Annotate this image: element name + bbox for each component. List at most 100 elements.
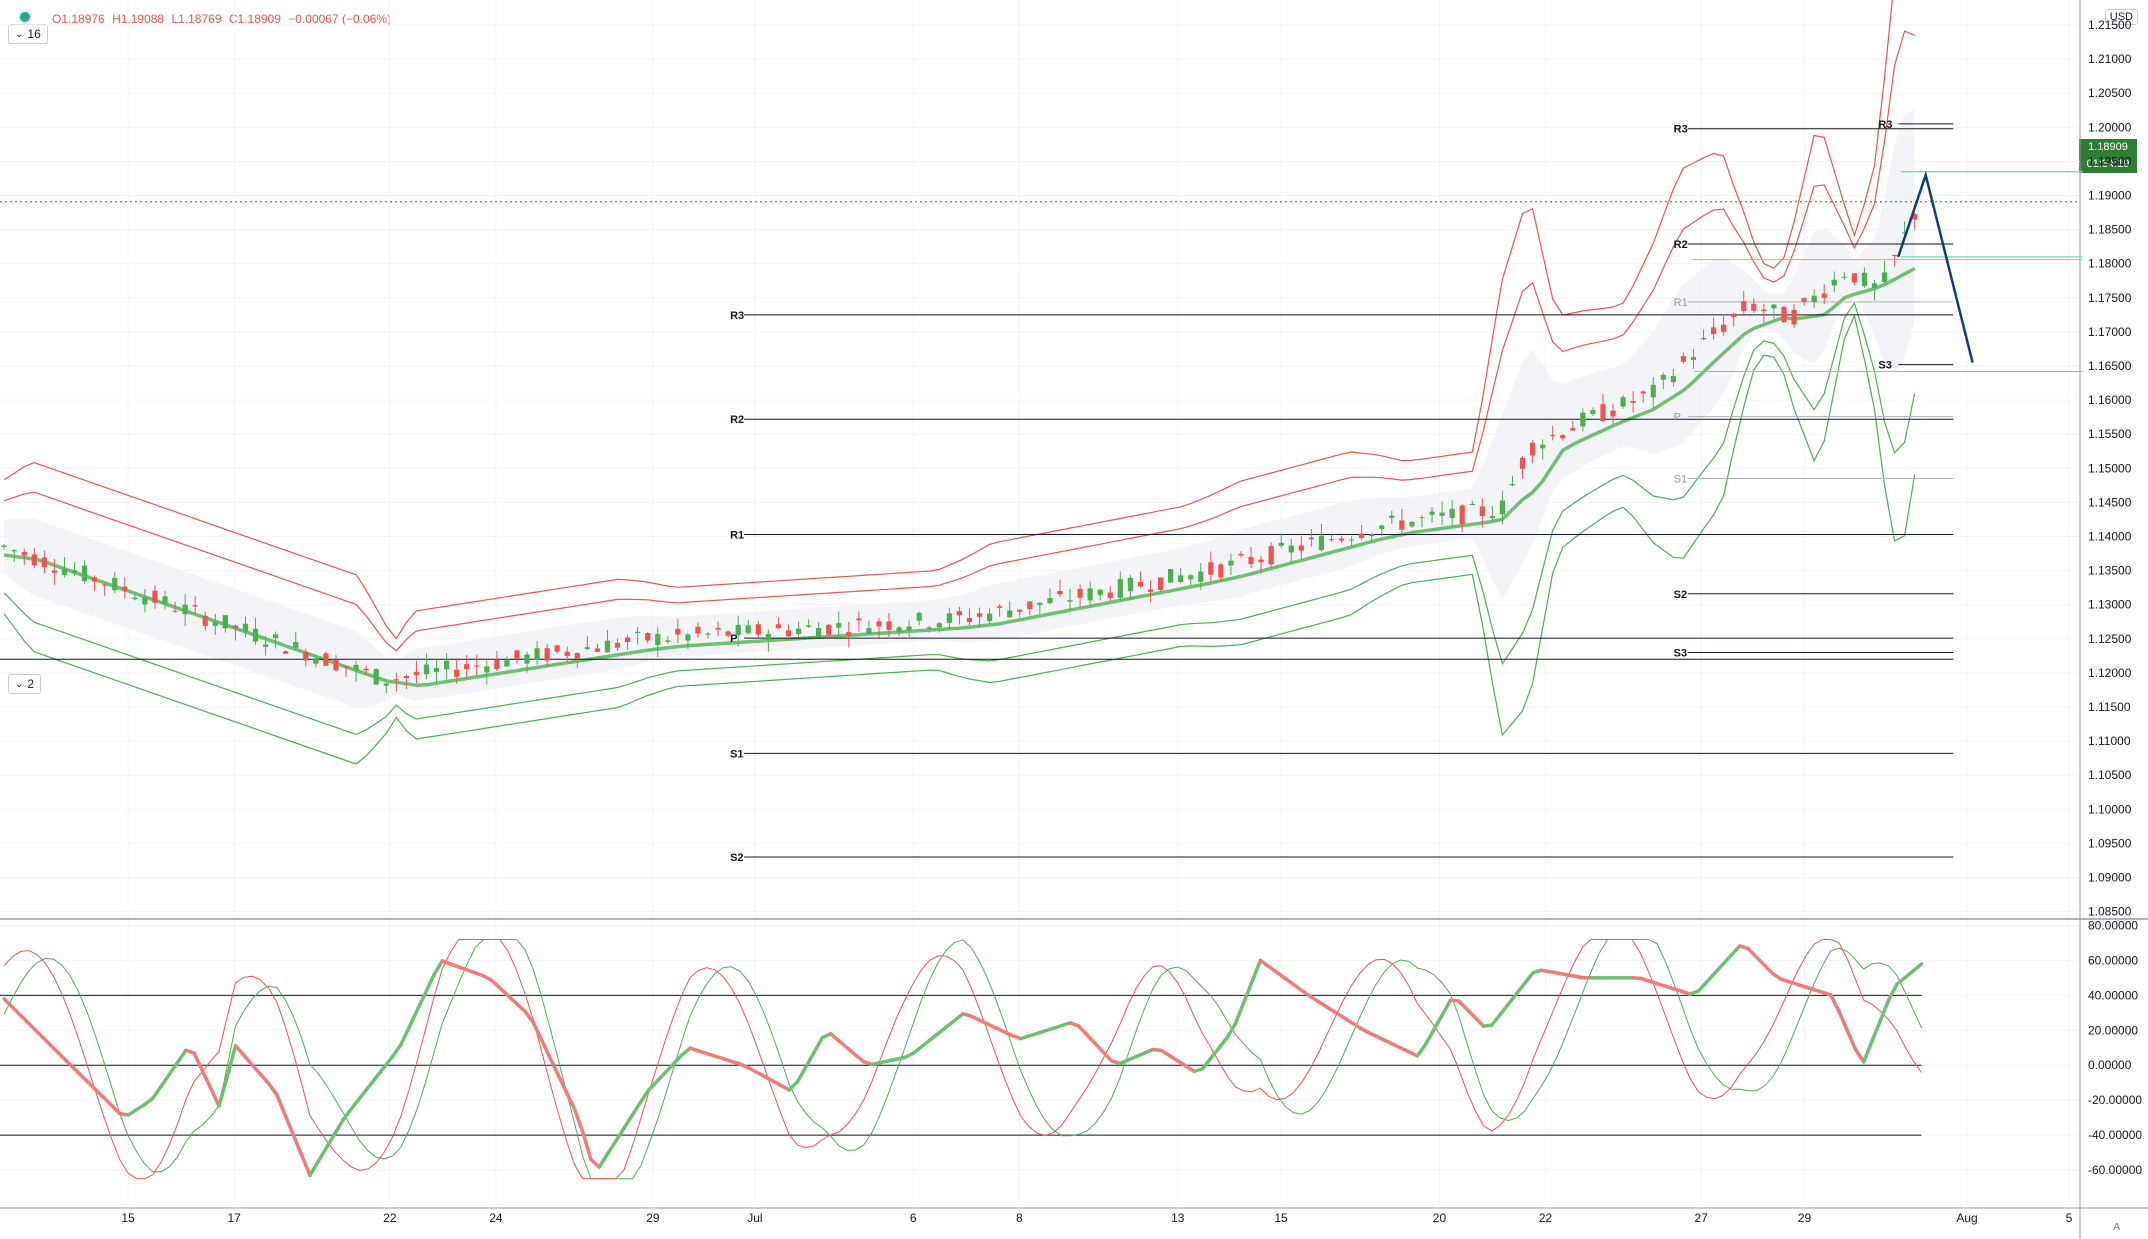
price-tick-label: 1.15000 [2088, 461, 2132, 475]
osc-main-segment [1085, 1032, 1097, 1046]
osc-main-segment [1713, 962, 1725, 975]
candle-body [1529, 442, 1536, 456]
candle-body [383, 683, 389, 686]
candle-body [1489, 515, 1495, 519]
price-tick-label: 1.14000 [2088, 530, 2132, 544]
pivot-label: S2 [730, 852, 743, 864]
price-tick-label: 1.12000 [2088, 666, 2132, 680]
candle-body [1851, 273, 1857, 283]
candle-body [906, 626, 912, 631]
candle-body [41, 557, 47, 568]
candle-body [222, 615, 228, 629]
osc-main-segment [51, 1046, 64, 1059]
candle-body [846, 632, 852, 636]
osc-main-segment [1233, 1000, 1246, 1026]
price-tick-label: 1.16000 [2088, 393, 2132, 407]
candle-body [554, 645, 560, 652]
candle-body [1610, 410, 1616, 417]
candle-body [1861, 272, 1868, 286]
candle-body [172, 610, 178, 612]
osc-main-segment [151, 1084, 163, 1100]
osc-main-segment [283, 1113, 296, 1137]
candle-body [966, 618, 973, 623]
candle-body [1791, 309, 1797, 325]
pivot-label: R3 [1878, 119, 1892, 131]
pivot-label: R1 [730, 529, 744, 541]
candle-body [112, 577, 118, 591]
candle-body [51, 570, 58, 573]
bollinger-bands [3, 0, 1916, 765]
candle-body [313, 658, 319, 664]
osc-slow-line [3, 939, 1923, 1180]
osc-main-segment [1457, 999, 1469, 1012]
candle-body [1208, 562, 1214, 575]
candle-body [1640, 391, 1646, 394]
candle-body [1238, 553, 1244, 556]
candle-body [1499, 500, 1506, 515]
candle-body [1167, 569, 1174, 583]
candle-body [836, 623, 842, 628]
candle-body [594, 648, 601, 652]
candle-body [624, 637, 631, 643]
candle-body [765, 633, 771, 640]
candle-body [574, 653, 580, 659]
candle-body [1710, 327, 1717, 335]
candle-body [1459, 505, 1465, 525]
candle-body [343, 666, 349, 668]
candle-body [976, 613, 983, 617]
candle-body [1871, 283, 1878, 289]
candle-body [232, 625, 239, 629]
price-tick-label: 1.18500 [2088, 223, 2132, 237]
candle-body [936, 623, 942, 628]
candle-body [1891, 255, 1898, 257]
osc-tick-label: -20.00000 [2088, 1093, 2142, 1107]
candle-body [1198, 571, 1204, 582]
candle-body [464, 664, 470, 670]
candle-body [1721, 324, 1727, 332]
osc-main-segment [258, 1072, 271, 1086]
candle-body [102, 584, 108, 586]
osc-main-segment [1093, 1041, 1106, 1054]
osc-main-segment [423, 973, 436, 995]
osc-main-segment [1828, 993, 1841, 1014]
price-chart[interactable]: R3R2R1PS1S2R3R2R1PS1S2S3R3S3 1.215001.21… [0, 0, 2148, 1239]
candle-body [1298, 545, 1304, 551]
candle-body [1228, 560, 1234, 566]
osc-main-segment [1440, 998, 1453, 1017]
candle-body [1771, 304, 1777, 309]
candle-body [705, 633, 711, 635]
price-tick-label: 1.18000 [2088, 257, 2132, 271]
candle-body [92, 577, 98, 582]
candle-body [604, 640, 611, 653]
candle-body [1550, 435, 1556, 437]
osc-tick-label: -40.00000 [2088, 1128, 2142, 1142]
osc-main-segment [1886, 982, 1899, 1003]
price-tick-label: 1.08500 [2088, 905, 2132, 919]
osc-main-segment [1721, 953, 1734, 966]
osc-main-segment [192, 1051, 205, 1073]
candle-body [132, 597, 138, 600]
osc-main-segment [1423, 1027, 1436, 1047]
candle-body [1731, 313, 1737, 317]
candle-body [1, 545, 7, 547]
candle-body [393, 679, 399, 681]
time-tick-label: 15 [121, 1211, 135, 1225]
candle-body [1338, 538, 1345, 541]
time-tick-label: 13 [1171, 1211, 1185, 1225]
osc-main-segment [275, 1093, 287, 1117]
osc-main-segment [1837, 1009, 1849, 1033]
price-tick-label: 1.10000 [2088, 802, 2132, 816]
osc-tick-label: -60.00000 [2088, 1163, 2142, 1177]
osc-main-segment [200, 1068, 213, 1091]
osc-main-segment [1845, 1028, 1858, 1052]
candle-body [1318, 535, 1325, 551]
osc-main-segment [605, 1139, 618, 1156]
osc-main-segment [374, 1065, 387, 1080]
candle-body [433, 667, 440, 672]
osc-main-segment [332, 1118, 345, 1136]
candle-body [1429, 511, 1435, 515]
price-tick-label: 1.17500 [2088, 291, 2132, 305]
candle-body [1469, 504, 1475, 506]
candle-body [31, 554, 37, 566]
price-tick-label: 1.21000 [2088, 52, 2132, 66]
